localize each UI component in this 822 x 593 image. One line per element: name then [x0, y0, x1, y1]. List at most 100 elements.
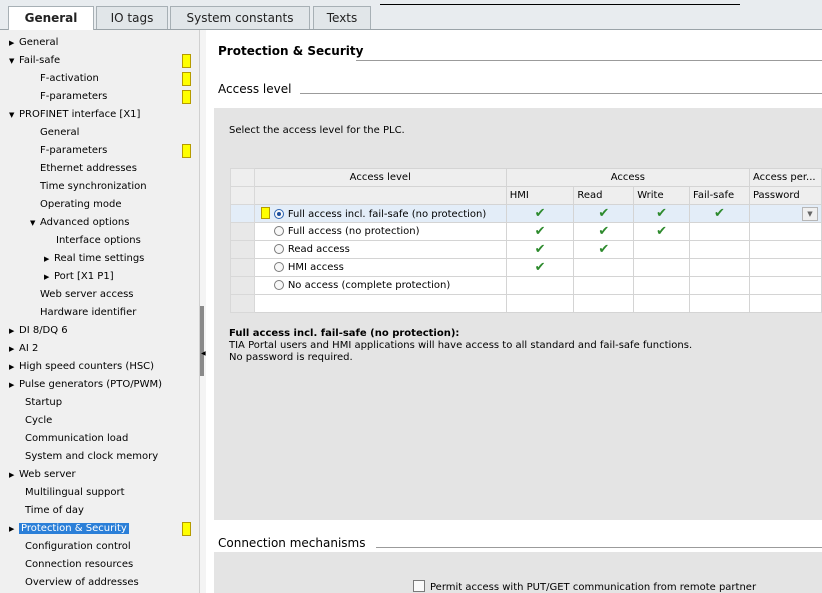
chevron-right-icon: ▶	[9, 363, 15, 371]
sidebar-item-pulse-generators[interactable]: ▶ Pulse generators (PTO/PWM)	[0, 376, 206, 394]
radio-hmi-access[interactable]	[273, 262, 284, 272]
description-line-1: TIA Portal users and HMI applications wi…	[229, 340, 693, 351]
empty-cell	[573, 294, 635, 313]
row-header-cell[interactable]	[230, 276, 255, 295]
row-header-cell[interactable]	[230, 204, 255, 223]
sidebar-item-ai2[interactable]: ▶ AI 2	[0, 340, 206, 358]
table-row[interactable]: Full access incl. fail-safe (no protecti…	[230, 204, 822, 223]
access-level-table: Access level Access Access per... HMI Re…	[230, 168, 822, 313]
chevron-right-icon: ▶	[9, 525, 15, 533]
sidebar-item-configuration-control[interactable]: Configuration control	[0, 538, 222, 556]
subheader-fail-safe[interactable]: Fail-safe	[689, 186, 750, 205]
access-level-option[interactable]: HMI access	[253, 258, 507, 277]
subheader-empty	[253, 186, 507, 205]
fail-safe-marker-icon	[260, 207, 270, 219]
connection-mechanisms-rule	[376, 547, 822, 548]
access-level-section: Select the access level for the PLC. Acc…	[214, 108, 822, 520]
hmi-check-icon: ✔	[505, 204, 575, 223]
password-cell	[748, 240, 822, 259]
password-cell[interactable]: ▼	[748, 204, 822, 223]
row-header-cell[interactable]	[230, 222, 255, 241]
fail-safe-check-icon	[689, 276, 750, 295]
connection-mechanisms-section: Permit access with PUT/GET communication…	[214, 552, 822, 593]
access-level-option[interactable]: Full access incl. fail-safe (no protecti…	[253, 204, 507, 223]
password-dropdown-button[interactable]: ▼	[802, 207, 818, 221]
chevron-down-icon: ▼	[30, 219, 36, 227]
fail-safe-marker-icon	[182, 90, 191, 104]
option-label: HMI access	[287, 262, 344, 273]
password-cell	[748, 222, 822, 241]
tab-general[interactable]: General	[8, 6, 94, 30]
fail-safe-check-icon	[689, 258, 750, 277]
subheader-read[interactable]: Read	[573, 186, 635, 205]
sidebar-item-advanced-options[interactable]: ▼ Advanced options	[0, 214, 227, 232]
sidebar-item-cycle[interactable]: Cycle	[0, 412, 222, 430]
access-level-option[interactable]: Read access	[253, 240, 507, 259]
table-row[interactable]: HMI access ✔	[230, 258, 822, 277]
fail-safe-marker-icon	[182, 54, 191, 68]
radio-read-access[interactable]	[273, 244, 284, 254]
tab-texts[interactable]: Texts	[313, 6, 371, 29]
subheader-password[interactable]: Password	[748, 186, 822, 205]
description-line-2: No password is required.	[229, 352, 353, 363]
hmi-check-icon: ✔	[505, 240, 575, 259]
tab-system-constants[interactable]: System constants	[170, 6, 310, 29]
tab-io-tags[interactable]: IO tags	[96, 6, 168, 29]
write-check-icon	[633, 276, 691, 295]
sidebar-item-overview-of-addresses[interactable]: Overview of addresses	[0, 574, 222, 592]
column-header-access-per[interactable]: Access per...	[748, 168, 822, 187]
top-edge-line	[380, 4, 740, 5]
row-header-cell[interactable]	[230, 240, 255, 259]
option-label: Full access incl. fail-safe (no protecti…	[287, 209, 487, 220]
sidebar-item-profinet-interface[interactable]: ▼ PROFINET interface [X1]	[0, 106, 206, 124]
chevron-down-icon: ▼	[9, 111, 15, 119]
radio-full-access-fail-safe[interactable]	[273, 209, 284, 219]
sidebar-item-connection-resources[interactable]: Connection resources	[0, 556, 222, 574]
subheader-hmi[interactable]: HMI	[505, 186, 575, 205]
fail-safe-check-icon: ✔	[689, 204, 750, 223]
radio-full-access[interactable]	[273, 226, 284, 236]
radio-no-access[interactable]	[273, 280, 284, 290]
write-check-icon	[633, 258, 691, 277]
read-check-icon: ✔	[573, 240, 635, 259]
chevron-right-icon: ▶	[9, 345, 15, 353]
navigation-tree: ▶ General ▼ Fail-safe F-activation F-param…	[0, 30, 200, 593]
connection-mechanisms-heading: Connection mechanisms	[218, 536, 366, 550]
sidebar-item-fail-safe[interactable]: ▼ Fail-safe	[0, 52, 206, 70]
subheader-write[interactable]: Write	[633, 186, 691, 205]
column-header-access[interactable]: Access	[505, 168, 750, 187]
sidebar-item-high-speed-counters[interactable]: ▶ High speed counters (HSC)	[0, 358, 206, 376]
table-row[interactable]: No access (complete protection)	[230, 276, 822, 295]
select-access-text: Select the access level for the PLC.	[229, 125, 405, 136]
chevron-right-icon: ▶	[9, 471, 15, 479]
sidebar-item-di8-dq6[interactable]: ▶ DI 8/DQ 6	[0, 322, 206, 340]
table-row[interactable]: Read access ✔ ✔	[230, 240, 822, 259]
sidebar-item-startup[interactable]: Startup	[0, 394, 222, 412]
read-check-icon: ✔	[573, 222, 635, 241]
write-check-icon	[633, 240, 691, 259]
hmi-check-icon: ✔	[505, 222, 575, 241]
splitter-grip[interactable]	[200, 306, 204, 376]
putget-checkbox[interactable]	[413, 580, 425, 592]
access-level-option[interactable]: No access (complete protection)	[253, 276, 507, 295]
collapse-arrow-icon[interactable]: ◀	[201, 350, 206, 357]
putget-permit-row[interactable]: Permit access with PUT/GET communication…	[413, 580, 756, 593]
pane-splitter[interactable]: ◀	[199, 30, 206, 593]
table-row[interactable]: Full access (no protection) ✔ ✔ ✔	[230, 222, 822, 241]
sidebar-item-multilingual-support[interactable]: Multilingual support	[0, 484, 222, 502]
sidebar-item-general[interactable]: ▶ General	[0, 34, 206, 52]
section-title-rule	[356, 60, 822, 61]
access-level-option[interactable]: Full access (no protection)	[253, 222, 507, 241]
column-header-access-level[interactable]: Access level	[253, 168, 507, 187]
sidebar-item-protection-security[interactable]: ▶ Protection & Security	[0, 520, 206, 538]
sidebar-item-time-of-day[interactable]: Time of day	[0, 502, 222, 520]
hmi-check-icon	[505, 276, 575, 295]
row-header-cell[interactable]	[230, 258, 255, 277]
properties-panel: Protection & Security Access level Selec…	[206, 30, 822, 593]
sidebar-item-system-clock-memory[interactable]: System and clock memory	[0, 448, 222, 466]
row-header-cell	[230, 186, 255, 205]
access-level-heading: Access level	[218, 82, 292, 96]
chevron-right-icon: ▶	[44, 273, 50, 281]
sidebar-item-communication-load[interactable]: Communication load	[0, 430, 222, 448]
sidebar-item-web-server[interactable]: ▶ Web server	[0, 466, 206, 484]
